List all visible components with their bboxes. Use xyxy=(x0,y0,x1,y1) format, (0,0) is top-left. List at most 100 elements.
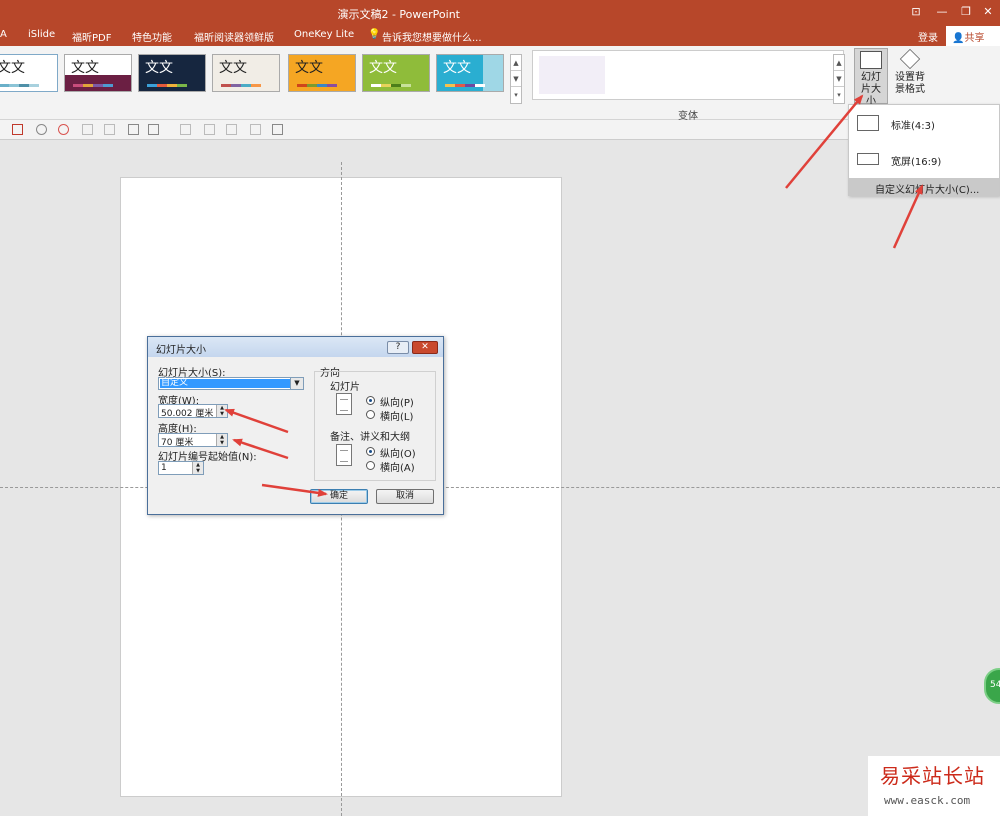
notes-page-icon xyxy=(336,444,352,466)
widescreen-label: 宽屏(16:9) xyxy=(891,157,942,168)
number-from-input[interactable]: 1 ▲ ▼ xyxy=(158,461,204,475)
notes-portrait-label: 纵向(O) xyxy=(380,449,416,460)
login-link[interactable]: 登录 xyxy=(918,29,938,44)
theme-thumb-3[interactable]: 文文 xyxy=(138,54,206,92)
group-icon[interactable] xyxy=(272,124,283,135)
share-button[interactable]: 👤共享 xyxy=(946,26,1000,46)
watermark-title: 易采站长站 xyxy=(880,764,985,788)
dialog-title-bar: 幻灯片大小 ? ✕ xyxy=(148,337,443,357)
variant-gallery xyxy=(532,50,844,100)
ok-button[interactable]: 确定 xyxy=(310,489,368,504)
close-button[interactable]: ✕ xyxy=(978,3,998,21)
menu-bar: A iSlide 福昕PDF 特色功能 福昕阅读器领鲜版 OneKey Lite… xyxy=(0,26,1000,46)
notes-orientation-label: 备注、讲义和大纲 xyxy=(330,432,410,443)
image-icon[interactable] xyxy=(128,124,139,135)
theme-thumb-4[interactable]: 文文 xyxy=(212,54,280,92)
height-spinner-icon[interactable]: ▲ ▼ xyxy=(216,434,227,446)
menu-item-onekey[interactable]: OneKey Lite xyxy=(294,29,354,40)
paint-bucket-icon xyxy=(899,48,921,70)
site-watermark: 易采站长站 www.easck.com xyxy=(868,756,1000,816)
lock-icon[interactable] xyxy=(250,124,261,135)
slides-landscape-label: 横向(L) xyxy=(380,412,414,423)
height-value: 70 厘米 xyxy=(161,438,194,448)
menu-item-islide[interactable]: iSlide xyxy=(28,29,55,40)
align-bottom-icon[interactable] xyxy=(104,124,115,135)
menu-item-foxit-reader[interactable]: 福昕阅读器领鲜版 xyxy=(194,29,274,44)
variant-gallery-scroll[interactable]: ▲ ▼ ▾ xyxy=(833,54,845,104)
widescreen-ratio-icon xyxy=(857,153,879,165)
slide-size-menu: 标准(4:3) 宽屏(16:9) 自定义幻灯片大小(C)... xyxy=(848,104,1000,196)
standard-label: 标准(4:3) xyxy=(891,121,935,132)
theme-sample-text: 文文 xyxy=(0,60,25,76)
ribbon-display-icon[interactable]: ⊡ xyxy=(906,3,926,21)
menu-item-special[interactable]: 特色功能 xyxy=(132,29,172,44)
theme-sample-text: 文文 xyxy=(295,60,323,76)
menu-item-custom-size[interactable]: 自定义幻灯片大小(C)... xyxy=(849,178,999,196)
scroll-down-icon[interactable]: ▼ xyxy=(511,71,521,87)
user-icon: 👤 xyxy=(952,33,965,44)
menu-item-foxit-pdf[interactable]: 福昕PDF xyxy=(72,29,111,44)
watermark-url: www.easck.com xyxy=(884,794,971,807)
dialog-title: 幻灯片大小 xyxy=(156,345,206,356)
slide-size-button[interactable]: 幻灯片大小 xyxy=(854,48,888,107)
format-background-button[interactable]: 设置背景格式 xyxy=(890,48,930,104)
scroll-up-icon[interactable]: ▲ xyxy=(511,55,521,71)
share-label: 共享 xyxy=(964,33,985,44)
theme-thumb-2[interactable]: 文文 xyxy=(64,54,132,92)
distribute-icon[interactable] xyxy=(180,124,191,135)
help-button[interactable]: ? xyxy=(387,341,409,354)
theme-thumb-1[interactable]: 文文 xyxy=(0,54,58,92)
number-spinner-icon[interactable]: ▲ ▼ xyxy=(192,462,203,474)
notes-portrait-radio[interactable] xyxy=(366,447,375,456)
standard-ratio-icon xyxy=(857,115,879,131)
menu-item-widescreen[interactable]: 宽屏(16:9) xyxy=(849,145,999,173)
notes-landscape-radio[interactable] xyxy=(366,461,375,470)
center-icon[interactable] xyxy=(226,124,237,135)
minimize-button[interactable]: — xyxy=(932,3,952,21)
scroll-up-icon[interactable]: ▲ xyxy=(834,55,844,71)
gallery-more-icon[interactable]: ▾ xyxy=(511,87,521,103)
theme-thumb-7[interactable]: 文文 xyxy=(436,54,504,92)
dialog-close-button[interactable]: ✕ xyxy=(412,341,438,354)
size-for-value: 自定义 xyxy=(160,379,290,388)
slide-size-label: 幻灯片大小 xyxy=(861,72,881,107)
lightbulb-icon: 💡 xyxy=(368,29,381,40)
width-value: 50.002 厘米 xyxy=(161,409,214,419)
theme-thumb-6[interactable]: 文文 xyxy=(362,54,430,92)
magic-icon[interactable] xyxy=(204,124,215,135)
theme-sample-text: 文文 xyxy=(369,60,397,76)
theme-sample-text: 文文 xyxy=(443,60,471,76)
window-title: 演示文稿2 - PowerPoint xyxy=(337,8,460,21)
theme-gallery-scroll[interactable]: ▲ ▼ ▾ xyxy=(510,54,522,104)
restore-button[interactable]: ❐ xyxy=(956,3,976,21)
width-spinner-icon[interactable]: ▲ ▼ xyxy=(216,405,227,417)
theme-sample-text: 文文 xyxy=(71,60,99,76)
gallery-more-icon[interactable]: ▾ xyxy=(834,87,844,103)
scroll-down-icon[interactable]: ▼ xyxy=(834,71,844,87)
tell-me-input[interactable]: 告诉我您想要做什么... xyxy=(382,29,482,44)
node-icon[interactable] xyxy=(36,124,47,135)
format-background-label: 设置背景格式 xyxy=(895,72,925,95)
slides-portrait-label: 纵向(P) xyxy=(380,398,414,409)
height-input[interactable]: 70 厘米 ▲ ▼ xyxy=(158,433,228,448)
width-input[interactable]: 50.002 厘米 ▲ ▼ xyxy=(158,404,228,419)
chevron-down-icon[interactable]: ▼ xyxy=(290,378,303,389)
slides-orientation-label: 幻灯片 xyxy=(330,382,360,393)
align-left-icon[interactable] xyxy=(82,124,93,135)
paste-icon[interactable] xyxy=(148,124,159,135)
slides-landscape-radio[interactable] xyxy=(366,410,375,419)
title-bar: 演示文稿2 - PowerPoint ⊡ — ❐ ✕ xyxy=(0,0,1000,26)
menu-item-a[interactable]: A xyxy=(0,29,7,40)
portrait-page-icon xyxy=(336,393,352,415)
ring-icon[interactable] xyxy=(58,124,69,135)
number-from-value: 1 xyxy=(161,463,167,473)
theme-thumb-5[interactable]: 文文 xyxy=(288,54,356,92)
menu-item-standard[interactable]: 标准(4:3) xyxy=(849,109,999,137)
slide-size-dialog: 幻灯片大小 ? ✕ 幻灯片大小(S): 自定义 ▼ 宽度(W): 50.002 … xyxy=(147,336,444,515)
grid-icon[interactable] xyxy=(12,124,23,135)
size-for-select[interactable]: 自定义 ▼ xyxy=(158,377,304,390)
cancel-button[interactable]: 取消 xyxy=(376,489,434,504)
notes-landscape-label: 横向(A) xyxy=(380,463,415,474)
slides-portrait-radio[interactable] xyxy=(366,396,375,405)
variant-thumb[interactable] xyxy=(539,56,605,94)
